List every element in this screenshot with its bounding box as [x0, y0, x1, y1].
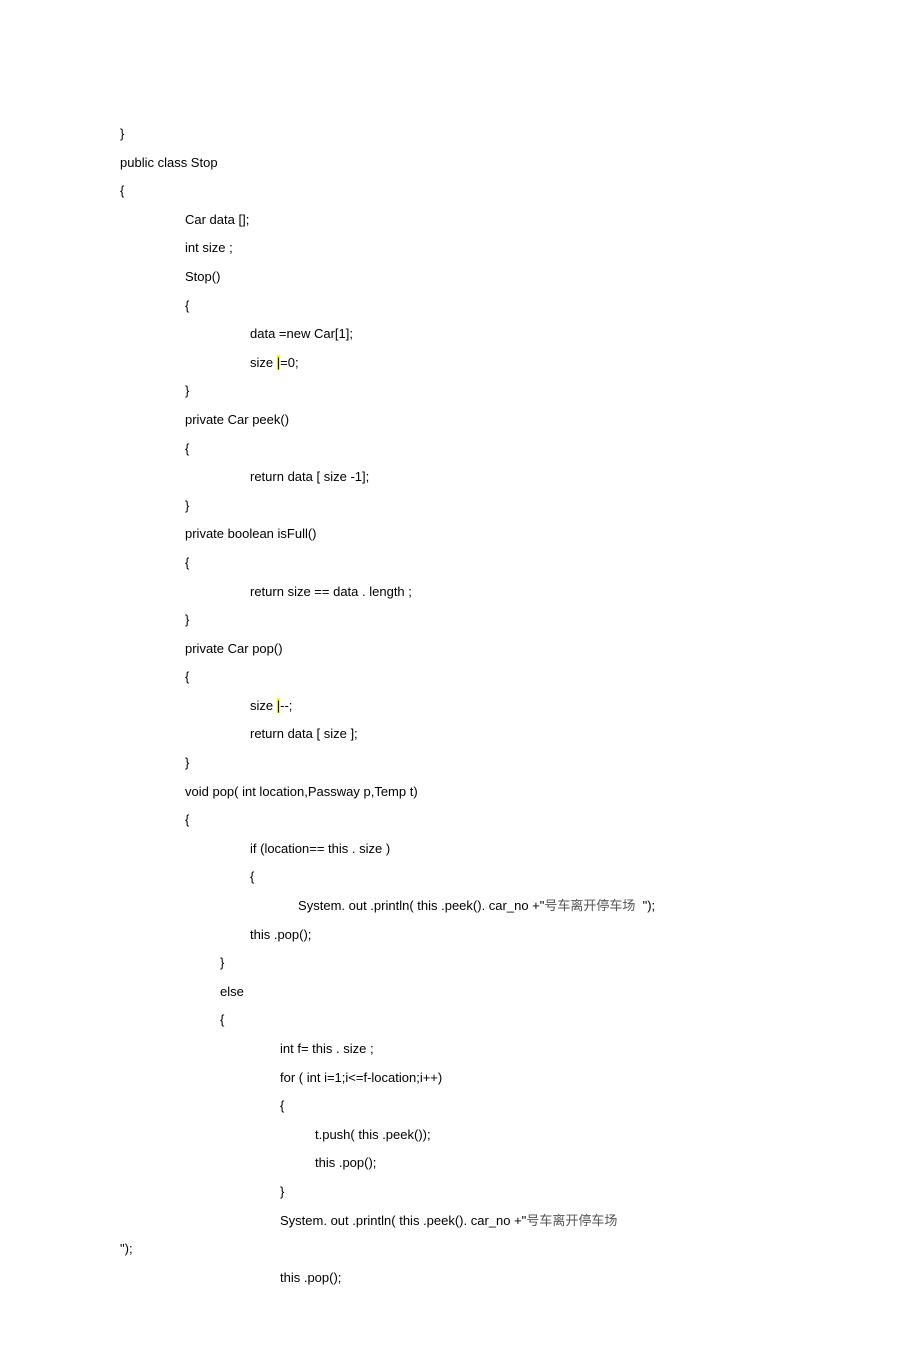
code-block: }public class Stop{Car data [];int size … — [120, 120, 860, 1292]
code-line: private Car peek() — [120, 406, 860, 435]
code-line: else — [90, 978, 860, 1007]
code-line: data =new Car[1]; — [120, 320, 860, 349]
code-line: return data [ size -1]; — [120, 463, 860, 492]
code-text: size — [250, 698, 277, 713]
code-line: return data [ size ]; — [120, 720, 860, 749]
code-line: void pop( int location,Passway p,Temp t) — [120, 778, 860, 807]
code-line: } — [120, 120, 860, 149]
code-line: { — [120, 435, 860, 464]
code-line: int size ; — [120, 234, 860, 263]
code-line: private Car pop() — [120, 635, 860, 664]
code-text: "); — [643, 898, 656, 913]
code-line: { — [120, 292, 860, 321]
document-page: }public class Stop{Car data [];int size … — [0, 0, 920, 1352]
code-line: System. out .println( this .peek(). car_… — [120, 1207, 860, 1236]
code-line: { — [120, 177, 860, 206]
code-text: System. out .println( this .peek(). car_… — [280, 1213, 526, 1228]
code-line: for ( int i=1;i<=f-location;i++) — [120, 1064, 860, 1093]
code-line: { — [120, 863, 860, 892]
code-line: System. out .println( this .peek(). car_… — [120, 892, 860, 921]
code-line: int f= this . size ; — [120, 1035, 860, 1064]
code-line: size |=0; — [120, 349, 860, 378]
code-line: this .pop(); — [120, 1264, 860, 1293]
code-line: if (location== this . size ) — [120, 835, 860, 864]
code-line: } — [90, 949, 860, 978]
code-line: this .pop(); — [120, 921, 860, 950]
code-line: Car data []; — [120, 206, 860, 235]
code-line: private boolean isFull() — [120, 520, 860, 549]
code-text: =0; — [280, 355, 298, 370]
code-text: --; — [280, 698, 292, 713]
code-text: size — [250, 355, 277, 370]
code-line: } — [120, 1178, 860, 1207]
code-line: { — [90, 1006, 860, 1035]
code-line: "); — [120, 1235, 860, 1264]
code-line: return size == data . length ; — [120, 578, 860, 607]
code-line: { — [120, 1092, 860, 1121]
code-line: { — [120, 806, 860, 835]
code-text: System. out .println( this .peek(). car_… — [280, 898, 544, 913]
cjk-text: 号车离开停车场 — [544, 898, 642, 913]
code-line: } — [120, 377, 860, 406]
code-line: { — [120, 663, 860, 692]
cjk-text: 号车离开停车场 — [526, 1213, 617, 1228]
code-line: size |--; — [120, 692, 860, 721]
code-line: this .pop(); — [120, 1149, 860, 1178]
code-line: { — [120, 549, 860, 578]
code-line: } — [120, 492, 860, 521]
code-line: Stop() — [120, 263, 860, 292]
code-line: } — [120, 606, 860, 635]
code-line: t.push( this .peek()); — [120, 1121, 860, 1150]
code-line: public class Stop — [120, 149, 860, 178]
code-line: } — [120, 749, 860, 778]
